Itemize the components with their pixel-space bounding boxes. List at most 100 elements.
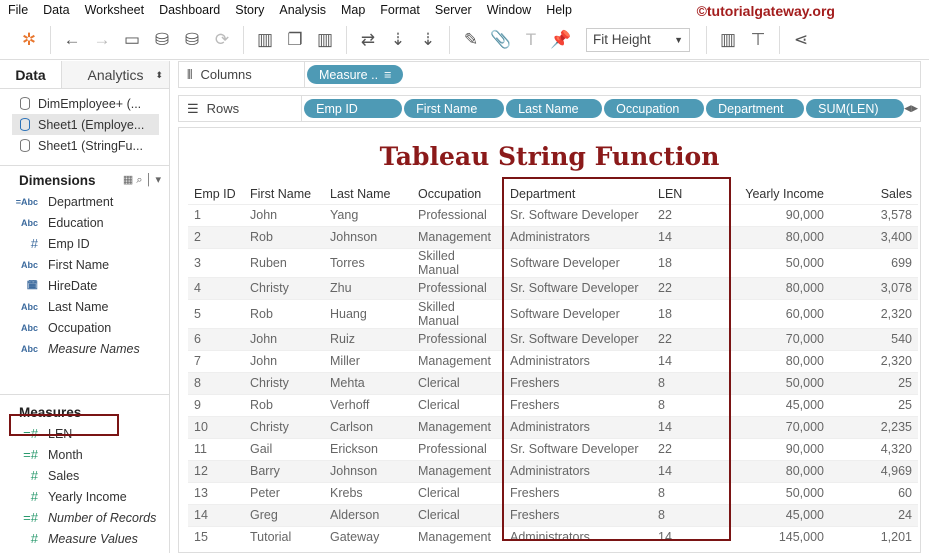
table-cell[interactable]: 3,078 xyxy=(830,276,918,299)
table-cell[interactable]: Ruiz xyxy=(324,327,412,350)
menu-help[interactable]: Help xyxy=(546,3,572,17)
view-search-icons[interactable]: ▦ ⌕ │ ▾ xyxy=(123,173,161,187)
table-cell[interactable]: Rob xyxy=(244,393,324,416)
table-cell[interactable]: 13 xyxy=(188,481,244,504)
pill-department[interactable]: Department xyxy=(706,99,805,118)
table-cell[interactable]: Peter xyxy=(244,481,324,504)
field-item[interactable]: Abc Measure Names xyxy=(0,338,169,359)
table-cell[interactable]: 15 xyxy=(188,525,244,548)
table-cell[interactable]: 2,320 xyxy=(830,349,918,372)
duplicate-sheet-icon[interactable]: ❐ xyxy=(280,30,310,50)
table-cell[interactable]: Johnson xyxy=(324,225,412,248)
table-cell[interactable]: Management xyxy=(412,225,504,248)
highlight-icon[interactable]: ✎ xyxy=(456,30,486,50)
tab-analytics[interactable]: Analytics ⬍ xyxy=(62,61,169,88)
table-cell[interactable]: Gateway xyxy=(324,525,412,548)
pill-first-name[interactable]: First Name xyxy=(404,99,505,118)
table-cell[interactable]: 6 xyxy=(188,327,244,350)
show-me-icon[interactable]: ▥ xyxy=(713,30,743,50)
table-cell[interactable]: 2 xyxy=(188,225,244,248)
table-cell[interactable]: 80,000 xyxy=(730,276,830,299)
field-item[interactable]: =# Number of Records xyxy=(0,507,169,528)
table-cell[interactable]: 9 xyxy=(188,393,244,416)
field-item[interactable]: # Sales xyxy=(0,465,169,486)
labels-icon[interactable]: T xyxy=(516,30,546,50)
table-cell[interactable]: Torres xyxy=(324,247,412,277)
tableau-logo-icon[interactable]: ✲ xyxy=(14,30,44,50)
table-cell[interactable]: Skilled Manual xyxy=(412,298,504,328)
menu-server[interactable]: Server xyxy=(435,3,472,17)
table-cell[interactable]: 4,969 xyxy=(830,459,918,482)
table-cell[interactable]: 60,000 xyxy=(730,298,830,328)
table-cell[interactable]: Professional xyxy=(412,437,504,460)
table-cell[interactable]: 4 xyxy=(188,276,244,299)
table-cell[interactable]: Management xyxy=(412,525,504,548)
table-cell[interactable]: 25 xyxy=(830,393,918,416)
table-cell[interactable]: John xyxy=(244,203,324,226)
column-header[interactable]: First Name xyxy=(244,184,324,204)
menu-format[interactable]: Format xyxy=(380,3,420,17)
field-item[interactable]: Abc Occupation xyxy=(0,317,169,338)
table-cell[interactable]: Tutorial xyxy=(244,525,324,548)
pill-measure-values[interactable]: Measure .. ≡ xyxy=(307,65,404,84)
table-cell[interactable]: 50,000 xyxy=(730,371,830,394)
share-icon[interactable]: ⋖ xyxy=(786,30,816,50)
field-item[interactable]: 🗓 HireDate xyxy=(0,275,169,296)
table-cell[interactable]: 3,578 xyxy=(830,203,918,226)
menu-file[interactable]: File xyxy=(8,3,28,17)
table-cell[interactable]: 80,000 xyxy=(730,349,830,372)
table-cell[interactable]: Mehta xyxy=(324,371,412,394)
pin-icon[interactable]: 📌 xyxy=(546,30,576,50)
table-cell[interactable]: 45,000 xyxy=(730,503,830,526)
table-cell[interactable]: 1 xyxy=(188,203,244,226)
table-cell[interactable]: Johnson xyxy=(324,459,412,482)
column-header[interactable]: Sales xyxy=(830,184,918,204)
redo-icon[interactable]: → xyxy=(87,30,117,50)
table-cell[interactable]: 5 xyxy=(188,298,244,328)
table-cell[interactable]: Clerical xyxy=(412,371,504,394)
table-cell[interactable]: 11 xyxy=(188,437,244,460)
menu-worksheet[interactable]: Worksheet xyxy=(85,3,145,17)
field-item[interactable]: # Emp ID xyxy=(0,233,169,254)
table-cell[interactable]: 14 xyxy=(188,503,244,526)
table-cell[interactable]: 60 xyxy=(830,481,918,504)
table-cell[interactable]: Gail xyxy=(244,437,324,460)
presentation-icon[interactable]: ⊤ xyxy=(743,30,773,50)
table-cell[interactable]: Professional xyxy=(412,276,504,299)
scroll-arrows[interactable]: ◀▶ xyxy=(904,103,920,114)
table-cell[interactable]: Alderson xyxy=(324,503,412,526)
rows-shelf[interactable]: ☰ Rows Emp ID First Name Last Name Occupatio… xyxy=(178,95,921,122)
table-cell[interactable]: Rob xyxy=(244,298,324,328)
table-cell[interactable]: Ruben xyxy=(244,247,324,277)
table-cell[interactable]: 80,000 xyxy=(730,225,830,248)
table-cell[interactable]: Huang xyxy=(324,298,412,328)
column-header[interactable]: Occupation xyxy=(412,184,504,204)
table-cell[interactable]: Management xyxy=(412,459,504,482)
table-cell[interactable]: 12 xyxy=(188,459,244,482)
clear-sheet-icon[interactable]: ▥ xyxy=(310,30,340,50)
pause-updates-icon[interactable]: ⛁ xyxy=(177,30,207,50)
refresh-icon[interactable]: ⟳ xyxy=(207,30,237,50)
table-cell[interactable]: Clerical xyxy=(412,503,504,526)
sort-descending-icon[interactable]: ⇣ xyxy=(413,30,443,50)
table-cell[interactable]: 699 xyxy=(830,247,918,277)
column-header[interactable]: Emp ID xyxy=(188,184,244,204)
table-cell[interactable]: Erickson xyxy=(324,437,412,460)
field-item[interactable]: Abc First Name xyxy=(0,254,169,275)
table-cell[interactable]: Yang xyxy=(324,203,412,226)
table-cell[interactable]: 45,000 xyxy=(730,393,830,416)
table-cell[interactable]: 1,201 xyxy=(830,525,918,548)
table-cell[interactable]: 80,000 xyxy=(730,459,830,482)
field-item[interactable]: # Measure Values xyxy=(0,528,169,549)
column-header[interactable]: Last Name xyxy=(324,184,412,204)
table-cell[interactable]: Christy xyxy=(244,371,324,394)
table-cell[interactable]: Zhu xyxy=(324,276,412,299)
tab-data[interactable]: Data xyxy=(0,61,62,88)
pill-last-name[interactable]: Last Name xyxy=(506,99,603,118)
table-cell[interactable]: 7 xyxy=(188,349,244,372)
table-cell[interactable]: 90,000 xyxy=(730,437,830,460)
menu-data[interactable]: Data xyxy=(43,3,69,17)
table-cell[interactable]: John xyxy=(244,349,324,372)
table-cell[interactable]: 24 xyxy=(830,503,918,526)
table-cell[interactable]: 4,320 xyxy=(830,437,918,460)
